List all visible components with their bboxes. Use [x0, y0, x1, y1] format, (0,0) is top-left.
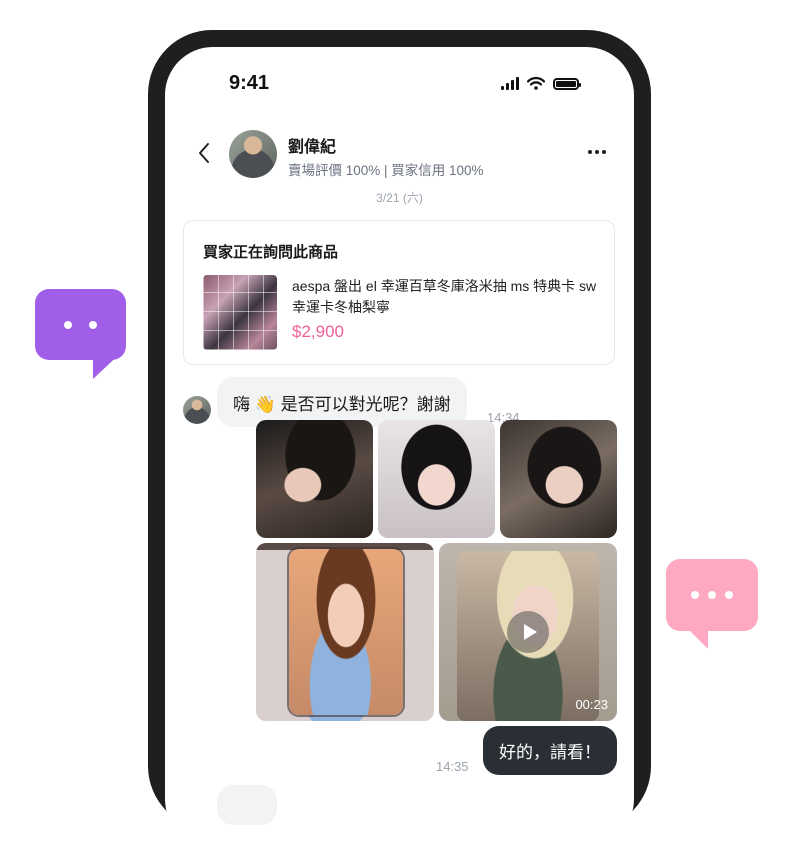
product-card-heading: 買家正在詢問此商品: [203, 244, 339, 261]
sender-avatar[interactable]: [183, 396, 211, 424]
photo-3[interactable]: [500, 420, 617, 538]
outgoing-message[interactable]: 好的，請看！: [483, 726, 617, 775]
product-thumbnail[interactable]: [203, 275, 277, 350]
more-button[interactable]: [585, 145, 609, 159]
photo-2[interactable]: [378, 420, 495, 538]
phone-frame: 9:41 劉偉紀 賣場評價 100% | 買家信用 100% 3/21 (六) …: [148, 30, 651, 847]
product-title[interactable]: aespa 盤出 el 幸運百草冬庫洛米抽 ms 特典卡 sw 幸運卡冬柚梨寧: [292, 276, 607, 318]
seller-rating: 賣場評價 100% | 買家信用 100%: [288, 163, 484, 178]
video-duration: 00:23: [575, 697, 608, 712]
date-separator: 3/21 (六): [376, 191, 423, 205]
wifi-icon: [527, 77, 545, 90]
seller-avatar[interactable]: [229, 130, 277, 178]
battery-icon: [553, 77, 581, 90]
chevron-left-icon: [199, 143, 209, 163]
video-message[interactable]: 00:23: [439, 543, 617, 721]
partial-incoming-bubble: [217, 785, 277, 825]
seller-name[interactable]: 劉偉紀: [288, 133, 336, 157]
product-inquiry-card[interactable]: 買家正在詢問此商品 aespa 盤出 el 幸運百草冬庫洛米抽 ms 特典卡 s…: [183, 220, 615, 365]
status-time: 9:41: [229, 72, 270, 94]
outgoing-message-time: 14:35: [436, 759, 469, 774]
photo-1[interactable]: [256, 420, 373, 538]
photocard-image: [289, 549, 403, 715]
chat-screen: 9:41 劉偉紀 賣場評價 100% | 買家信用 100% 3/21 (六) …: [165, 47, 634, 847]
signal-icon: [501, 77, 519, 90]
status-icons: [501, 77, 581, 90]
photo-4[interactable]: [256, 543, 434, 721]
play-icon[interactable]: [507, 611, 549, 653]
back-button[interactable]: [193, 139, 217, 167]
more-horizontal-icon: [588, 150, 606, 154]
purple-chat-bubble-icon: [35, 289, 126, 360]
pink-chat-bubble-icon: [666, 559, 758, 649]
product-price: $2,900: [292, 322, 344, 341]
